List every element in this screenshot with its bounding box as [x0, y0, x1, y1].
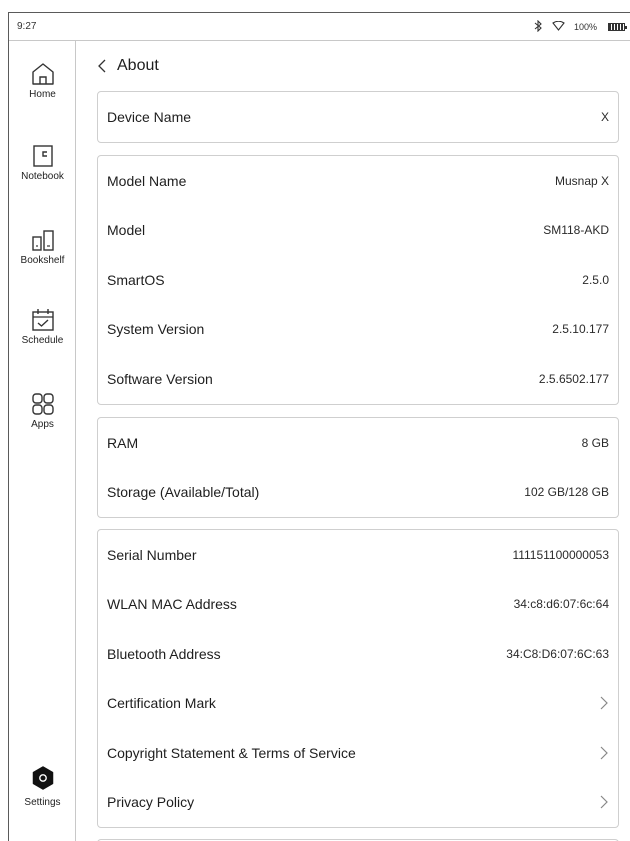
- row-value: 34:c8:d6:07:6c:64: [513, 597, 609, 612]
- chevron-right-icon: [600, 696, 608, 710]
- status-time: 9:27: [17, 21, 37, 32]
- row-value: SM118-AKD: [543, 223, 609, 238]
- wifi-icon: [552, 20, 565, 33]
- page-header: About: [95, 57, 159, 75]
- bookshelf-icon: [31, 230, 54, 251]
- calendar-icon: [31, 309, 54, 331]
- sidebar-item-home[interactable]: Home: [9, 61, 76, 100]
- chevron-right-icon: [600, 746, 608, 760]
- sidebar-item-label: Settings: [24, 797, 61, 808]
- row-value: 2.5.6502.177: [538, 371, 609, 386]
- sidebar-item-settings[interactable]: Settings: [9, 765, 76, 808]
- wlan-mac-row: WLAN MAC Address 34:c8:d6:07:6c:64: [98, 580, 618, 630]
- row-value: 8 GB: [581, 435, 609, 450]
- sidebar-item-notebook[interactable]: Notebook: [9, 143, 76, 182]
- status-bar: 9:27 100%: [9, 13, 630, 41]
- row-value: Musnap X: [554, 173, 609, 188]
- sidebar-item-bookshelf[interactable]: Bookshelf: [9, 227, 76, 266]
- sidebar-item-schedule[interactable]: Schedule: [9, 307, 76, 346]
- row-label: Bluetooth Address: [107, 645, 221, 662]
- page-title: About: [117, 57, 159, 74]
- smartos-row: SmartOS 2.5.0: [98, 255, 618, 305]
- row-value: 102 GB/128 GB: [524, 485, 609, 500]
- home-icon: [31, 63, 54, 85]
- bluetooth-address-row: Bluetooth Address 34:C8:D6:07:6C:63: [98, 629, 618, 679]
- bluetooth-icon: [534, 19, 543, 34]
- model-row: Model SM118-AKD: [98, 206, 618, 256]
- row-label: WLAN MAC Address: [107, 596, 237, 613]
- about-page: About Device Name X Model Name Musnap X …: [77, 41, 630, 841]
- row-value: 34:C8:D6:07:6C:63: [506, 646, 609, 661]
- sidebar: Home Notebook Bookshelf Schedule Apps Se…: [9, 41, 76, 841]
- battery-icon: [608, 23, 627, 31]
- row-value: X: [600, 109, 609, 124]
- notebook-icon: [32, 145, 53, 167]
- model-name-row: Model Name Musnap X: [98, 156, 618, 206]
- copyright-terms-row[interactable]: Copyright Statement & Terms of Service: [98, 728, 618, 778]
- back-icon[interactable]: [95, 59, 109, 73]
- settings-icon: [32, 766, 53, 790]
- row-label: Device Name: [107, 108, 192, 125]
- chevron-right-icon: [600, 795, 608, 809]
- sidebar-item-label: Apps: [31, 419, 54, 430]
- row-value: 111151100000053: [512, 547, 609, 562]
- system-version-row: System Version 2.5.10.177: [98, 305, 618, 355]
- model-info-card: Model Name Musnap X Model SM118-AKD Smar…: [97, 155, 619, 405]
- status-icons: 100%: [534, 19, 627, 34]
- ram-row: RAM 8 GB: [98, 418, 618, 468]
- row-label: Copyright Statement & Terms of Service: [107, 744, 356, 761]
- row-label: SmartOS: [107, 271, 165, 288]
- certification-mark-row[interactable]: Certification Mark: [98, 679, 618, 729]
- row-label: Model: [107, 222, 146, 239]
- device-name-row[interactable]: Device Name X: [98, 92, 618, 142]
- device-screen: 9:27 100% Home Notebook Bookshelf Schedu…: [8, 12, 630, 841]
- memory-card: RAM 8 GB Storage (Available/Total) 102 G…: [97, 417, 619, 518]
- row-value: 2.5.0: [582, 272, 609, 287]
- sidebar-item-label: Home: [29, 89, 56, 100]
- row-label: Software Version: [107, 370, 213, 387]
- sidebar-item-label: Schedule: [21, 335, 64, 346]
- device-name-card: Device Name X: [97, 91, 619, 143]
- row-label: Storage (Available/Total): [107, 484, 260, 501]
- apps-icon: [31, 393, 54, 415]
- privacy-policy-row[interactable]: Privacy Policy: [98, 778, 618, 828]
- row-value: 2.5.10.177: [552, 322, 609, 337]
- device-details-card: Serial Number 111151100000053 WLAN MAC A…: [97, 529, 619, 828]
- sidebar-item-label: Bookshelf: [20, 255, 65, 266]
- row-label: Serial Number: [107, 546, 197, 563]
- battery-percent: 100%: [573, 22, 597, 32]
- sidebar-item-apps[interactable]: Apps: [9, 391, 76, 430]
- software-version-row: Software Version 2.5.6502.177: [98, 354, 618, 404]
- storage-row: Storage (Available/Total) 102 GB/128 GB: [98, 468, 618, 518]
- row-label: Certification Mark: [107, 695, 216, 712]
- row-label: RAM: [107, 434, 139, 451]
- row-label: System Version: [107, 321, 205, 338]
- sidebar-item-label: Notebook: [21, 171, 64, 182]
- row-label: Model Name: [107, 172, 187, 189]
- row-label: Privacy Policy: [107, 794, 195, 811]
- serial-number-row: Serial Number 111151100000053: [98, 530, 618, 580]
